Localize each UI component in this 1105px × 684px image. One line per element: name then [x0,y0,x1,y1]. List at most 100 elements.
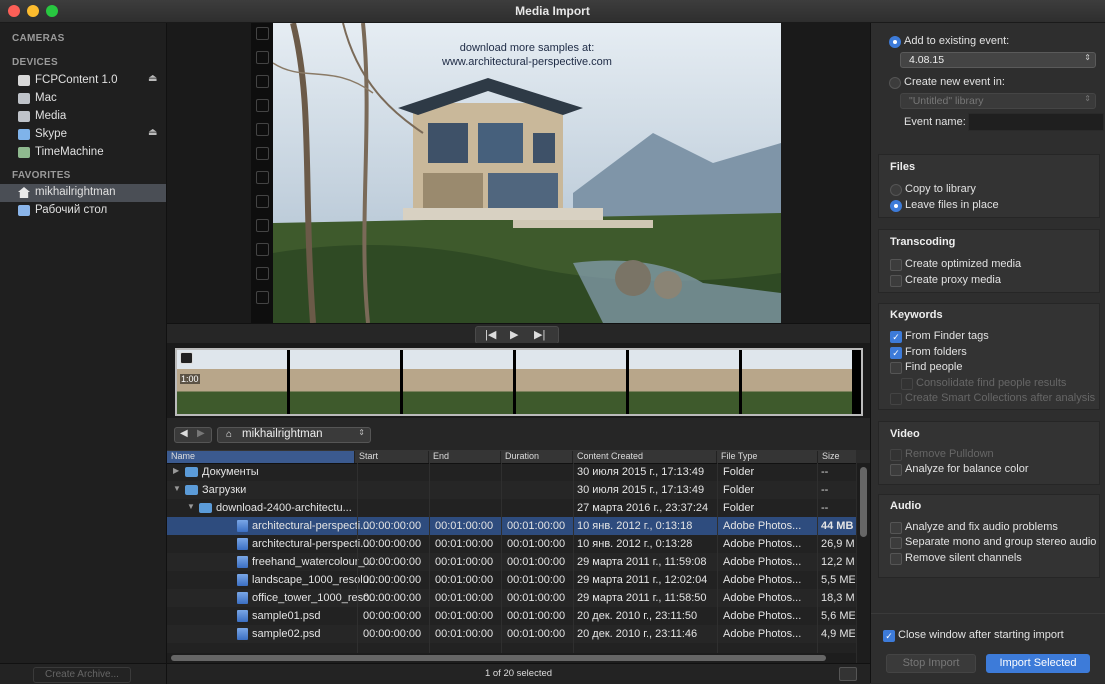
event-name-field[interactable] [968,113,1104,131]
filmstrip-thumbnail [742,350,852,414]
sidebar-item-timemachine[interactable]: TimeMachine [0,144,166,162]
row-created: 30 июля 2015 г., 17:13:49 [577,466,705,478]
row-name: Загрузки [202,484,247,496]
row-created: 29 марта 2011 г., 11:59:08 [577,556,707,568]
row-type: Folder [723,484,755,496]
table-row[interactable]: ▼ download-2400-architectu... 27 марта 201… [167,499,856,517]
back-arrow-icon[interactable]: ◀ [180,428,188,439]
checkbox-indicator: ✓ [890,331,902,343]
row-created: 30 июля 2015 г., 17:13:49 [577,484,705,496]
sidebar-item-skype[interactable]: Skype ⏏ [0,126,166,144]
table-row[interactable]: sample02.psd 00:00:00:00 00:01:00:00 00:01:… [167,625,856,643]
radio-indicator [889,36,901,48]
play-icon[interactable]: ▶ [510,328,518,341]
popup-arrows-icon: ⇕ [1084,53,1091,62]
row-type: Adobe Photos... [723,610,802,622]
row-type: Adobe Photos... [723,574,802,586]
table-row[interactable]: ▼ Загрузки 30 июля 2015 г., 17:13:49 Folder… [167,481,856,499]
checkbox-label: Create optimized media [905,258,1022,270]
row-duration: 00:01:00:00 [507,610,566,622]
folder-icon [185,485,198,495]
checkbox-label: Close window after starting import [898,629,1064,641]
horizontal-scrollbar[interactable] [167,653,856,663]
row-duration: 00:01:00:00 [507,628,566,640]
filmstrip-thumbnail [516,350,626,414]
row-start: 00:00:00:00 [363,538,422,550]
sidebar-item-home[interactable]: mikhailrightman [0,184,166,202]
filmstrip: 1:00 [167,343,870,418]
checkbox-indicator [890,362,902,374]
folder-icon [199,503,212,513]
home-icon [18,187,30,198]
row-end: 00:01:00:00 [435,538,494,550]
forward-arrow-icon[interactable]: ▶ [197,428,205,439]
column-header-content-created[interactable]: Content Created [572,451,712,463]
sidebar-item-desktop[interactable]: Рабочий стол [0,202,166,220]
table-row[interactable]: office_tower_1000_reso... 00:00:00:00 00:0… [167,589,856,607]
table-row[interactable]: freehand_watercolour_... 00:00:00:00 00:01… [167,553,856,571]
disclosure-triangle-icon[interactable]: ▶ [173,466,179,475]
radio-label: Copy to library [905,183,976,195]
previous-frame-icon[interactable]: |◀ [485,328,496,341]
filmstrip-thumbnail [290,350,400,414]
row-type: Adobe Photos... [723,592,802,604]
table-row[interactable]: ▶ Документы 30 июля 2015 г., 17:13:49 Folde… [167,463,856,481]
sidebar-item-label: TimeMachine [35,146,104,158]
table-row[interactable]: sample01.psd 00:00:00:00 00:01:00:00 00:01:… [167,607,856,625]
next-frame-icon[interactable]: ▶| [534,328,545,341]
column-header-file-type[interactable]: File Type [716,451,811,463]
selection-status: 1 of 20 selected [484,668,553,679]
disclosure-triangle-icon[interactable]: ▼ [187,502,195,511]
checkbox-label: Find people [905,361,963,373]
library-popup[interactable]: "Untitled" library ⇕ [900,93,1096,109]
film-perforation [256,267,269,280]
column-divider [429,463,430,663]
filmstrip-thumbnails[interactable]: 1:00 [175,348,863,416]
photoshop-file-icon [237,556,248,568]
desktop-folder-icon [18,205,30,216]
table-row[interactable]: landscape_1000_resolu... 00:00:00:00 00:01… [167,571,856,589]
row-size: 44 MB [821,520,854,532]
filmstrip-icon [180,352,193,364]
radio-indicator [889,77,901,89]
import-selected-button[interactable]: Import Selected [986,654,1090,673]
existing-event-popup[interactable]: 4.08.15 ⇕ [900,52,1096,68]
table-row[interactable]: architectural-perspecti... 00:00:00:00 00:… [167,535,856,553]
row-type: Folder [723,466,755,478]
row-size: -- [821,502,829,514]
sidebar-item-fcpcontent[interactable]: FCPContent 1.0 ⏏ [0,72,166,90]
preview-image: download more samples at: www.architectu… [273,23,781,323]
list-view-toggle-icon[interactable] [839,667,857,681]
eject-icon[interactable]: ⏏ [148,127,157,138]
row-size: 5,5 ME [821,574,855,586]
table-row[interactable]: architectural-perspecti... 00:00:00:00 00:… [167,517,856,535]
disclosure-triangle-icon[interactable]: ▼ [173,484,181,493]
row-type: Adobe Photos... [723,520,802,532]
column-header-end[interactable]: End [428,451,495,463]
row-end: 00:01:00:00 [435,574,494,586]
column-header-size[interactable]: Size [817,451,856,463]
column-header-name[interactable]: Name [167,451,354,463]
checkbox-indicator [890,464,902,476]
checkbox-indicator [890,259,902,271]
vertical-scroll-thumb[interactable] [860,467,867,537]
sidebar-item-label: FCPContent 1.0 [35,74,118,86]
import-options-panel: Add to existing event: 4.08.15 ⇕ Create … [870,23,1105,683]
eject-icon[interactable]: ⏏ [148,73,157,84]
column-header-start[interactable]: Start [354,451,421,463]
column-header-duration[interactable]: Duration [500,451,567,463]
checkbox-label: From Finder tags [905,330,989,342]
stop-import-button[interactable]: Stop Import [886,654,976,673]
horizontal-scroll-thumb[interactable] [171,655,826,661]
cameras-header: CAMERAS [12,33,65,44]
transport-controls: |◀ ▶ ▶| [167,323,870,344]
location-popup[interactable]: ⌂ mikhailrightman ⇕ [217,427,371,443]
sidebar-item-media[interactable]: Media [0,108,166,126]
preview-caption: download more samples at: www.architectu… [273,41,781,69]
column-divider [573,463,574,663]
vertical-scrollbar[interactable] [857,463,870,663]
sidebar-item-mac[interactable]: Mac [0,90,166,108]
checkbox-label: Separate mono and group stereo audio [905,536,1097,548]
sidebar-footer: Create Archive... [0,663,167,684]
create-archive-button[interactable]: Create Archive... [33,667,131,683]
